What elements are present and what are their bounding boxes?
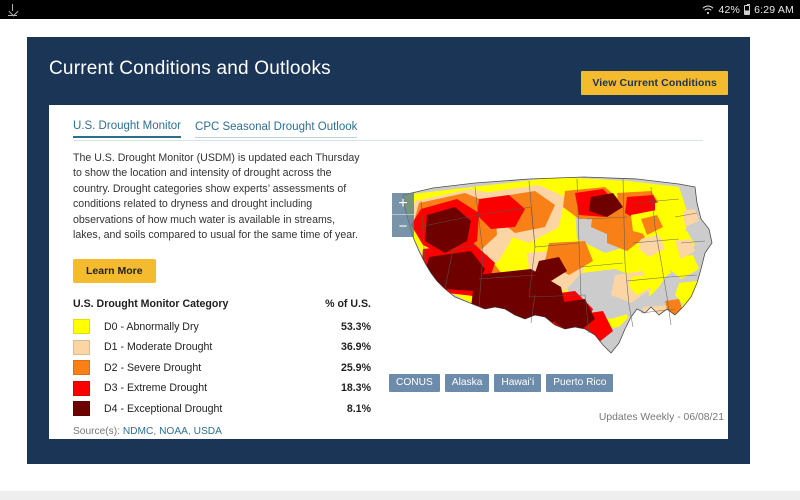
drought-legend: U.S. Drought Monitor Category % of U.S. … [73, 298, 371, 437]
source-prefix: Source(s): [73, 425, 123, 437]
map-update-label: Updates Weekly - 06/08/21 [598, 412, 724, 423]
source-link-noaa[interactable]: NOAA [159, 426, 188, 437]
legend-row-d1: D1 - Moderate Drought 36.9% [73, 337, 371, 358]
legend-label-d1: D1 - Moderate Drought [104, 341, 213, 354]
legend-pct-d2: 25.9% [340, 361, 371, 374]
panel-tabs: U.S. Drought Monitor CPC Seasonal Drough… [73, 120, 703, 138]
view-current-conditions-button[interactable]: View Current Conditions [581, 71, 728, 95]
legend-label-d0: D0 - Abnormally Dry [104, 320, 199, 333]
swatch-d4-icon [73, 401, 90, 417]
source-link-usda[interactable]: USDA [194, 426, 222, 437]
clock-label: 6:29 AM [754, 3, 794, 16]
legend-row-d4: D4 - Exceptional Drought 8.1% [73, 398, 371, 419]
map-region-selector: CONUS Alaska Hawaiʻi Puerto Rico [389, 374, 614, 392]
page-title: Current Conditions and Outlooks [49, 58, 331, 79]
legend-pct-d1: 36.9% [340, 341, 371, 354]
legend-pct-d0: 53.3% [340, 320, 371, 333]
legend-label-d3: D3 - Extreme Drought [104, 382, 208, 395]
page-background: Current Conditions and Outlooks View Cur… [0, 19, 800, 500]
legend-pct-d4: 8.1% [346, 402, 371, 415]
legend-row-d0: D0 - Abnormally Dry 53.3% [73, 316, 371, 337]
source-link-ndmc[interactable]: NDMC [123, 426, 154, 437]
region-chip-hawaii[interactable]: Hawaiʻi [494, 374, 542, 392]
swatch-d1-icon [73, 339, 90, 355]
swatch-d0-icon [73, 319, 90, 335]
region-chip-conus[interactable]: CONUS [389, 374, 440, 392]
zoom-out-button[interactable]: − [392, 215, 414, 237]
legend-label-d4: D4 - Exceptional Drought [104, 402, 223, 415]
legend-title: U.S. Drought Monitor Category [73, 298, 229, 311]
swatch-d3-icon [73, 380, 90, 396]
wifi-icon [702, 5, 714, 15]
zoom-in-button[interactable]: + [392, 193, 414, 215]
android-status-bar: 42% 6:29 AM [0, 0, 800, 19]
legend-pct-d3: 18.3% [340, 382, 371, 395]
map-zoom-controls: + − [392, 193, 414, 237]
source-line: Source(s): NDMC, NOAA, USDA [73, 425, 222, 437]
region-chip-alaska[interactable]: Alaska [444, 374, 490, 392]
legend-row-d3: D3 - Extreme Drought 18.3% [73, 378, 371, 399]
battery-percent-label: 42% [718, 3, 741, 16]
battery-icon [744, 3, 751, 15]
intro-paragraph: The U.S. Drought Monitor (USDM) is updat… [73, 152, 360, 242]
legend-value-header: % of U.S. [325, 298, 371, 311]
region-chip-puerto-rico[interactable]: Puerto Rico [546, 374, 614, 392]
legend-row-d2: D2 - Severe Drought 25.9% [73, 357, 371, 378]
drought-map[interactable]: + − CONUS Alaska Hawaiʻi Puerto Rico Upd… [379, 145, 728, 439]
learn-more-button[interactable]: Learn More [73, 259, 156, 284]
swatch-d2-icon [73, 360, 90, 376]
info-column: The U.S. Drought Monitor (USDM) is updat… [73, 151, 373, 437]
legend-label-d2: D2 - Severe Drought [104, 361, 202, 374]
us-drought-map-graphic [402, 176, 713, 354]
tab-us-drought-monitor[interactable]: U.S. Drought Monitor [73, 120, 182, 138]
current-conditions-card: Current Conditions and Outlooks View Cur… [27, 37, 750, 464]
tab-cpc-seasonal-drought-outlook[interactable]: CPC Seasonal Drought Outlook [195, 121, 358, 138]
download-icon [8, 4, 17, 16]
bottom-strip [0, 491, 800, 500]
drought-panel: U.S. Drought Monitor CPC Seasonal Drough… [49, 105, 728, 439]
tabs-divider [73, 140, 703, 141]
